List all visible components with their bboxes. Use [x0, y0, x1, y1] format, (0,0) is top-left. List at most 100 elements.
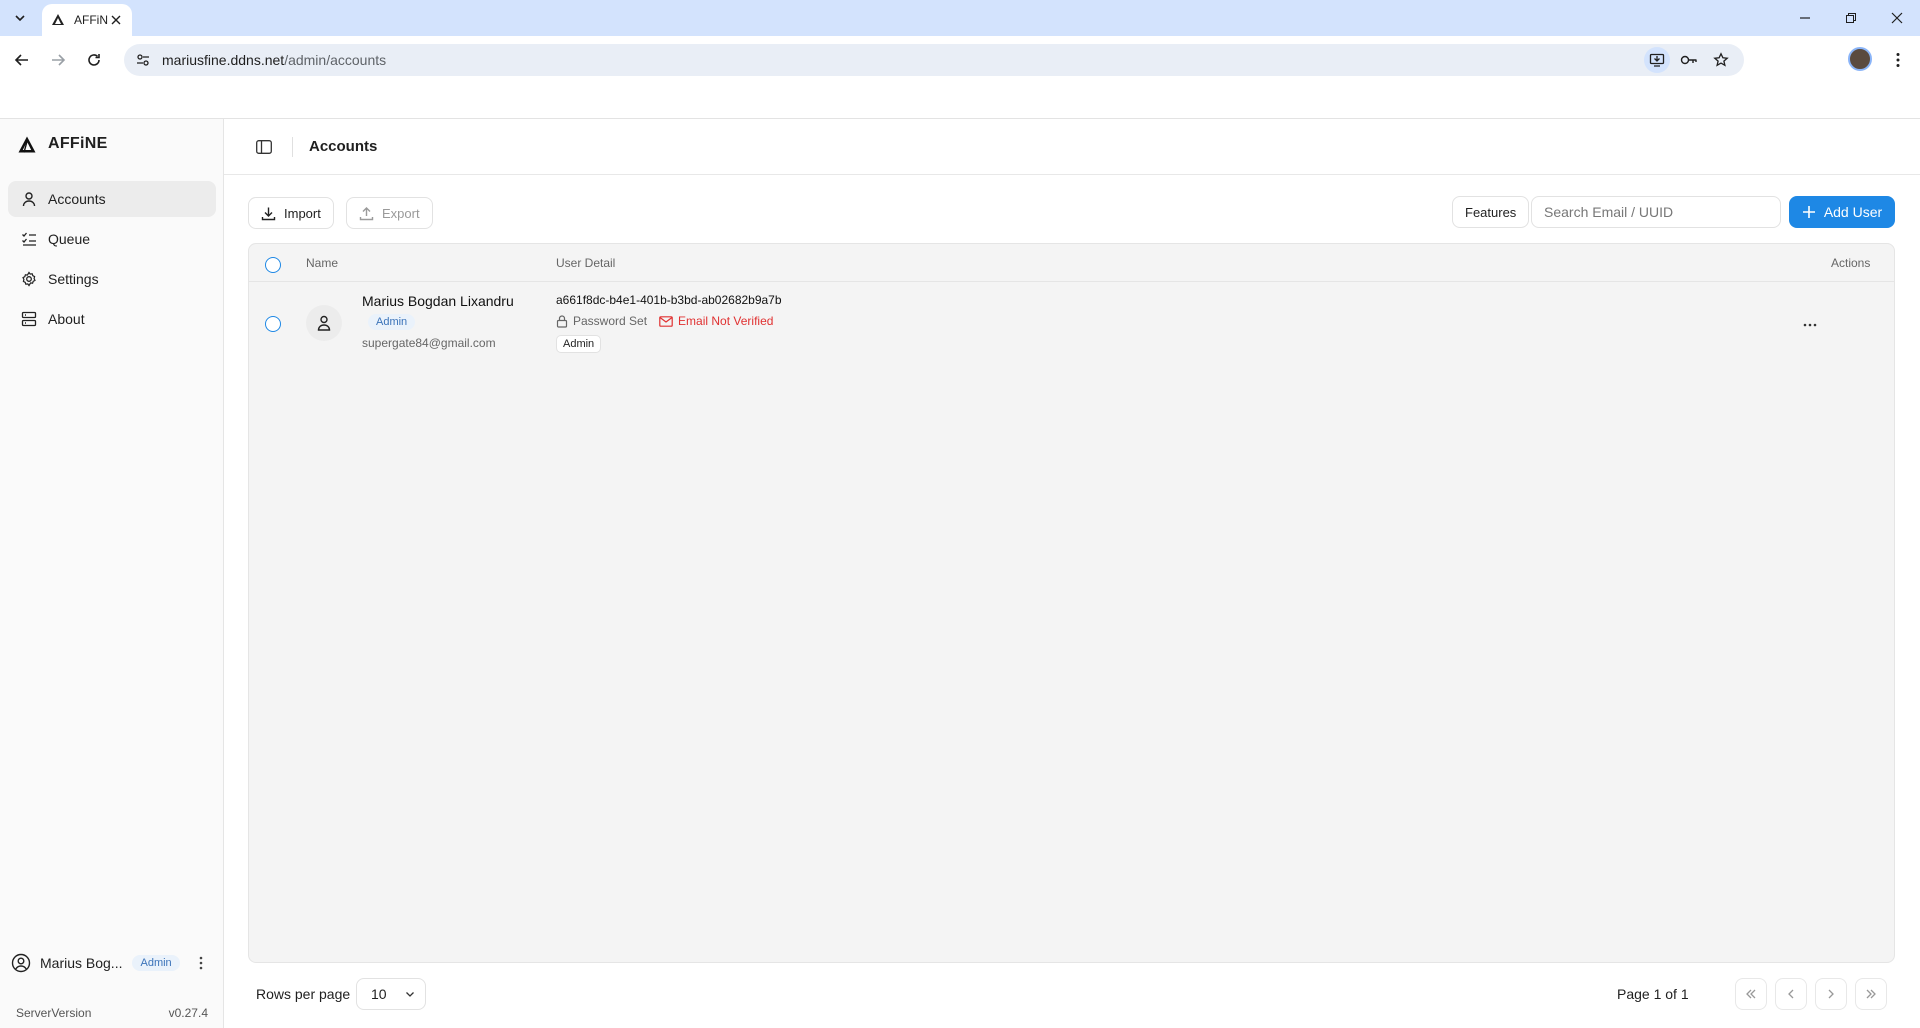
lock-icon: [556, 314, 568, 328]
browser-tab[interactable]: AFFiNE: [42, 4, 132, 36]
sidebar-item-settings[interactable]: Settings: [8, 261, 216, 297]
forward-icon[interactable]: [44, 46, 72, 74]
sidebar-item-about[interactable]: About: [8, 301, 216, 337]
accounts-table: Name User Detail Actions Marius Bogdan L…: [248, 243, 1895, 963]
chevron-down-icon: [406, 992, 414, 997]
user-circle-icon: [10, 952, 32, 974]
brand[interactable]: AFFiNE: [18, 135, 108, 153]
mail-icon: [659, 315, 673, 327]
password-key-icon[interactable]: [1676, 47, 1702, 73]
install-app-icon[interactable]: [1644, 47, 1670, 73]
restore-icon[interactable]: [1828, 0, 1874, 36]
first-page-button[interactable]: [1735, 978, 1767, 1010]
address-bar[interactable]: mariusfine.ddns.net/admin/accounts: [124, 44, 1744, 76]
browser-toolbar: mariusfine.ddns.net/admin/accounts: [0, 36, 1920, 84]
sidebar: AFFiNE Accounts Queue Settings About Mar…: [0, 119, 224, 1028]
server-icon: [20, 310, 38, 328]
previous-page-button[interactable]: [1775, 978, 1807, 1010]
export-button[interactable]: Export: [346, 197, 433, 229]
sidebar-toggle-icon[interactable]: [254, 137, 274, 157]
sidebar-nav: Accounts Queue Settings About: [8, 181, 216, 341]
gear-icon: [20, 270, 38, 288]
window-controls: [1782, 0, 1920, 36]
role-badge: Admin: [368, 314, 416, 330]
last-page-button[interactable]: [1855, 978, 1887, 1010]
sidebar-item-label: Accounts: [48, 191, 106, 207]
email-status-label: Email Not Verified: [678, 314, 774, 328]
address-bar-actions: [1644, 44, 1734, 76]
site-info-icon[interactable]: [128, 45, 158, 75]
column-header-name: Name: [306, 256, 339, 270]
current-user-name: Marius Bog...: [40, 955, 123, 971]
browser-tab-bar: AFFiNE: [0, 0, 1920, 36]
server-version-label: ServerVersion: [16, 1006, 92, 1020]
affine-logo-icon: [18, 136, 36, 153]
chevron-right-icon: [1828, 989, 1834, 999]
current-user-role-badge: Admin: [132, 955, 180, 971]
table-row[interactable]: Marius Bogdan Lixandru Admin supergate84…: [249, 282, 1894, 368]
sidebar-item-label: Queue: [48, 231, 91, 247]
sidebar-item-label: Settings: [48, 271, 99, 287]
upload-icon: [359, 206, 374, 220]
affine-logo-icon: [52, 14, 64, 25]
url-text: mariusfine.ddns.net/admin/accounts: [162, 52, 386, 68]
import-label: Import: [284, 205, 321, 221]
user-name-cell: Marius Bogdan Lixandru Admin supergate84…: [362, 293, 514, 350]
header-divider: [292, 136, 293, 157]
user-icon: [317, 315, 331, 331]
user-uuid: a661f8dc-b4e1-401b-b3bd-ab02682b9a7b: [556, 293, 782, 307]
close-icon[interactable]: [108, 12, 124, 28]
browser-menu-icon[interactable]: [1884, 46, 1912, 74]
page-info: Page 1 of 1: [1617, 986, 1689, 1002]
chevron-down-icon: [15, 15, 25, 22]
sidebar-item-accounts[interactable]: Accounts: [8, 181, 216, 217]
table-footer: Rows per page 10 Page 1 of 1: [224, 976, 1920, 1012]
features-button[interactable]: Features: [1452, 196, 1530, 228]
profile-avatar[interactable]: [1848, 47, 1872, 71]
rows-per-page-select[interactable]: 10: [356, 978, 426, 1010]
main-content: Accounts Import Export Features Search E…: [224, 119, 1920, 1028]
user-status-flags: Password Set Email Not Verified: [556, 314, 785, 328]
user-email: supergate84@gmail.com: [362, 336, 496, 350]
chevrons-left-icon: [1746, 989, 1756, 999]
current-user[interactable]: Marius Bog... Admin: [10, 948, 216, 978]
download-icon: [261, 207, 276, 220]
add-user-label: Add User: [1823, 204, 1883, 220]
sidebar-item-label: About: [48, 311, 85, 327]
page-title: Accounts: [309, 138, 378, 155]
back-icon[interactable]: [8, 46, 36, 74]
search-input[interactable]: Search Email / UUID: [1531, 196, 1781, 228]
chevron-left-icon: [1788, 989, 1794, 999]
user-icon: [20, 190, 38, 208]
feature-tag: Admin: [556, 335, 602, 353]
window-close-icon[interactable]: [1874, 0, 1920, 36]
row-actions-menu-icon[interactable]: [1798, 313, 1822, 337]
export-label: Export: [382, 205, 420, 221]
chevrons-right-icon: [1866, 989, 1876, 999]
url-path: /admin/accounts: [284, 52, 387, 68]
bookmark-star-icon[interactable]: [1708, 47, 1734, 73]
server-version: ServerVersion v0.27.4: [16, 1006, 208, 1020]
row-select-checkbox[interactable]: [265, 316, 281, 332]
reload-icon[interactable]: [80, 46, 108, 74]
minimize-icon[interactable]: [1782, 0, 1828, 36]
add-user-button[interactable]: Add User: [1789, 196, 1895, 228]
list-check-icon: [20, 230, 38, 248]
tab-search-button[interactable]: [6, 6, 34, 30]
user-name: Marius Bogdan Lixandru: [362, 293, 514, 309]
table-header: Name User Detail Actions: [249, 244, 1894, 282]
rows-per-page-label: Rows per page: [256, 986, 351, 1002]
import-button[interactable]: Import: [248, 197, 334, 229]
column-header-actions: Actions: [1831, 256, 1871, 270]
rows-per-page-value: 10: [371, 986, 387, 1002]
admin-app: AFFiNE Accounts Queue Settings About Mar…: [0, 119, 1920, 1028]
next-page-button[interactable]: [1815, 978, 1847, 1010]
search-placeholder: Search Email / UUID: [1544, 204, 1674, 220]
password-status: Password Set: [556, 314, 647, 328]
email-status: Email Not Verified: [659, 314, 773, 328]
select-all-checkbox[interactable]: [265, 257, 281, 273]
password-status-label: Password Set: [573, 314, 648, 328]
sidebar-item-queue[interactable]: Queue: [8, 221, 216, 257]
column-header-user-detail: User Detail: [556, 256, 616, 270]
more-vertical-icon[interactable]: [192, 954, 210, 972]
